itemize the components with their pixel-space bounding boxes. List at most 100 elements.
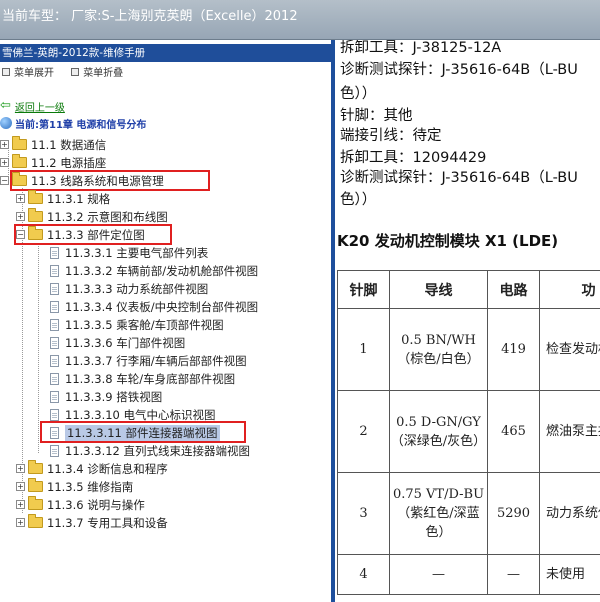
wire-cell: 0.5 D-GN/GY（深绿色/灰色）: [389, 390, 488, 473]
tree-item-11-3-3[interactable]: − 11.3.3 部件定位图: [16, 226, 145, 243]
document-content-pane: 拆卸工具：J-38125-12A 诊断测试探针：J-35616-64B（L-BU…: [335, 40, 600, 602]
manual-navigation-pane: 雪佛兰-英朗-2012款-维修手册 菜单展开 菜单折叠 ⇦ 返回上一级 当前:第…: [0, 40, 331, 602]
back-arrow-icon[interactable]: ⇦: [0, 99, 11, 112]
collapse-toggle-icon[interactable]: −: [0, 176, 9, 185]
pin-table: 针脚 导线 电路 功 1 0.5 BN/WH（棕色/白色） 419 检查发动机控…: [337, 270, 600, 595]
tree-item-11-3-3-10[interactable]: 11.3.3.10 电气中心标识视图: [50, 406, 216, 423]
document-icon: [50, 336, 59, 349]
back-link[interactable]: 返回上一级: [15, 99, 65, 114]
column-header: 功: [539, 270, 600, 309]
vehicle-model-title: 当前车型： 厂家:S-上海别克英朗（Excelle）2012: [2, 9, 298, 24]
expand-toggle-icon[interactable]: +: [0, 140, 9, 149]
expand-toggle-icon[interactable]: +: [16, 500, 25, 509]
tree-item-11-3-3-8[interactable]: 11.3.3.8 车轮/车身底部部件视图: [50, 370, 235, 387]
expand-toggle-icon[interactable]: +: [16, 212, 25, 221]
tree-item-label[interactable]: 11.3.3.4 仪表板/中央控制台部件视图: [65, 299, 258, 315]
tree-item-label[interactable]: 11.3.3.6 车门部件视图: [65, 335, 185, 351]
table-row: 1 0.5 BN/WH（棕色/白色） 419 检查发动机控制 (LDE): [337, 308, 600, 391]
tree-item-label[interactable]: 11.3.3.12 直列式线束连接器端视图: [65, 443, 250, 459]
tree-item-11-3-7[interactable]: + 11.3.7 专用工具和设备: [16, 514, 168, 531]
tree-item-label[interactable]: 11.3.7 专用工具和设备: [47, 515, 168, 531]
tree-item-11-3-3-4[interactable]: 11.3.3.4 仪表板/中央控制台部件视图: [50, 298, 258, 315]
tree-item-11-3-1[interactable]: + 11.3.1 规格: [16, 190, 110, 207]
tree-item-11-1[interactable]: + 11.1 数据通信: [0, 136, 106, 153]
tree-item-label[interactable]: 11.3.1 规格: [47, 191, 110, 207]
tree-item-11-3-3-5[interactable]: 11.3.3.5 乘客舱/车顶部件视图: [50, 316, 224, 333]
tree-item-11-2[interactable]: + 11.2 电源插座: [0, 154, 106, 171]
collapse-toggle-icon[interactable]: −: [16, 230, 25, 239]
wire-cell: 0.5 BN/WH（棕色/白色）: [389, 308, 488, 391]
content-line: 针脚：其他: [340, 108, 413, 124]
expand-toggle-icon[interactable]: +: [16, 518, 25, 527]
table-row: 4 — — 未使用: [337, 554, 600, 595]
tree-item-label[interactable]: 11.1 数据通信: [31, 137, 106, 153]
tree-item-11-3-3-9[interactable]: 11.3.3.9 搭铁视图: [50, 388, 162, 405]
tree-item-11-3-3-11[interactable]: 11.3.3.11 部件连接器端视图: [50, 424, 220, 441]
tree-item-label[interactable]: 11.3.6 说明与操作: [47, 497, 145, 513]
tree-item-11-3-3-3[interactable]: 11.3.3.3 动力系统部件视图: [50, 280, 208, 297]
pin-cell: 1: [337, 308, 390, 391]
expand-toggle-icon[interactable]: +: [16, 482, 25, 491]
column-header: 电路: [487, 270, 540, 309]
tree-item-label[interactable]: 11.3.3.3 动力系统部件视图: [65, 281, 208, 297]
document-icon: [50, 408, 59, 421]
tree-item-label[interactable]: 11.3.3.9 搭铁视图: [65, 389, 162, 405]
tree-item-label[interactable]: 11.3.2 示意图和布线图: [47, 209, 168, 225]
function-cell: 未使用: [539, 554, 600, 595]
tree-item-label[interactable]: 11.3.3.8 车轮/车身底部部件视图: [65, 371, 235, 387]
expand-menu-label: 菜单展开: [14, 68, 54, 79]
document-icon: [50, 426, 59, 439]
tree-item-11-3-2[interactable]: + 11.3.2 示意图和布线图: [16, 208, 168, 225]
tree-item-11-3[interactable]: − 11.3 线路系统和电源管理: [0, 172, 164, 189]
tree-item-label[interactable]: 11.3.4 诊断信息和程序: [47, 461, 168, 477]
folder-icon: [28, 514, 43, 528]
tree-item-label-selected[interactable]: 11.3.3.11 部件连接器端视图: [65, 424, 220, 441]
tree-item-label[interactable]: 11.2 电源插座: [31, 155, 106, 171]
expand-toggle-icon[interactable]: +: [16, 194, 25, 203]
tree-item-label[interactable]: 11.3.5 维修指南: [47, 479, 133, 495]
folder-icon: [28, 496, 43, 510]
pin-cell: 2: [337, 390, 390, 473]
tree-item-label[interactable]: 11.3.3.7 行李厢/车辆后部部件视图: [65, 353, 247, 369]
expand-toggle-icon[interactable]: +: [16, 464, 25, 473]
tree-item-label[interactable]: 11.3 线路系统和电源管理: [31, 173, 164, 189]
expand-icon: [2, 67, 10, 76]
document-icon: [50, 264, 59, 277]
globe-icon: [0, 117, 12, 129]
tree-item-label[interactable]: 11.3.3.2 车辆前部/发动机舱部件视图: [65, 263, 258, 279]
tree-item-11-3-3-2[interactable]: 11.3.3.2 车辆前部/发动机舱部件视图: [50, 262, 258, 279]
expand-toggle-icon[interactable]: +: [0, 158, 9, 167]
folder-icon: [28, 478, 43, 492]
tree-item-label[interactable]: 11.3.3.5 乘客舱/车顶部件视图: [65, 317, 224, 333]
collapse-icon: [71, 67, 80, 76]
content-line: 诊断测试探针：J-35616-64B（L-BU: [340, 62, 578, 78]
folder-icon: [12, 154, 27, 168]
tree-item-11-3-3-1[interactable]: 11.3.3.1 主要电气部件列表: [50, 244, 208, 261]
tree-item-label[interactable]: 11.3.3.10 电气中心标识视图: [65, 407, 216, 423]
function-cell: 动力系统保险丝电 (LDE): [539, 472, 600, 555]
document-icon: [50, 372, 59, 385]
table-header-row: 针脚 导线 电路 功: [337, 270, 600, 309]
tree-item-11-3-3-7[interactable]: 11.3.3.7 行李厢/车辆后部部件视图: [50, 352, 247, 369]
content-line: 诊断测试探针：J-35616-64B（L-BU: [340, 170, 578, 186]
document-icon: [50, 444, 59, 457]
folder-icon: [28, 460, 43, 474]
column-header: 导线: [389, 270, 488, 309]
tree-item-label[interactable]: 11.3.3 部件定位图: [47, 227, 145, 243]
section-title: K20 发动机控制模块 X1 (LDE): [337, 232, 559, 250]
document-icon: [50, 390, 59, 403]
tree-item-11-3-6[interactable]: + 11.3.6 说明与操作: [16, 496, 145, 513]
circuit-cell: 419: [487, 308, 540, 391]
document-icon: [50, 318, 59, 331]
circuit-cell: —: [487, 554, 540, 595]
content-line: 拆卸工具：J-38125-12A: [340, 40, 502, 56]
tree-item-11-3-5[interactable]: + 11.3.5 维修指南: [16, 478, 133, 495]
tree-item-11-3-3-12[interactable]: 11.3.3.12 直列式线束连接器端视图: [50, 442, 250, 459]
tree-item-label[interactable]: 11.3.3.1 主要电气部件列表: [65, 245, 208, 261]
folder-icon: [12, 136, 27, 150]
collapse-menu-button[interactable]: 菜单折叠: [71, 64, 123, 79]
tree-item-11-3-4[interactable]: + 11.3.4 诊断信息和程序: [16, 460, 168, 477]
expand-menu-button[interactable]: 菜单展开: [2, 64, 54, 79]
function-cell: 检查发动机控制 (LDE): [539, 308, 600, 391]
tree-item-11-3-3-6[interactable]: 11.3.3.6 车门部件视图: [50, 334, 185, 351]
